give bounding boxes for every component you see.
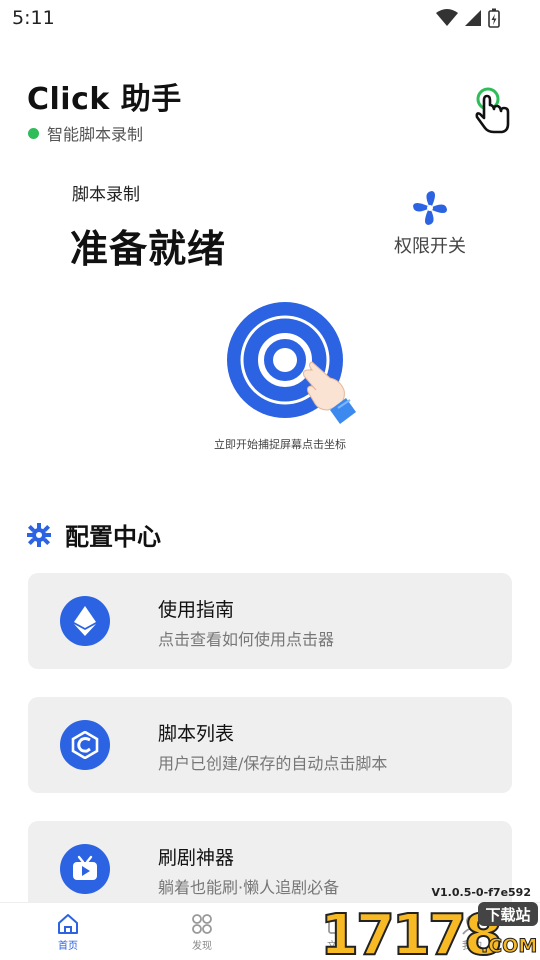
app-subtitle: 智能脚本录制 [47,125,144,144]
status-time: 5:11 [12,7,55,29]
subtitle-row: 智能脚本录制 [28,121,143,145]
permission-label: 权限开关 [394,236,466,257]
config-title: 配置中心 [65,523,161,551]
ethereum-icon [60,596,110,646]
card-script-list[interactable]: 脚本列表 用户已创建/保存的自动点击脚本 [28,697,512,793]
card-desc: 躺着也能刷·懒人追剧必备 [158,878,340,897]
card-desc: 点击查看如何使用点击器 [158,630,335,649]
card-title: 刷剧神器 [158,847,235,869]
config-header: 配置中心 [27,517,161,552]
svg-text:下载站: 下载站 [485,906,530,924]
home-icon [58,914,78,934]
status-dot [28,127,39,139]
recording-section-label: 脚本录制 [72,185,140,205]
svg-text:.COM: .COM [481,935,537,957]
card-user-guide[interactable]: 使用指南 点击查看如何使用点击器 [28,573,512,669]
nav-home[interactable]: 首页 [38,913,98,952]
signal-icon [465,10,481,26]
recording-status: 准备就绪 [70,227,227,271]
permission-toggle-button[interactable]: 权限开关 [388,188,472,260]
script-logo-icon [60,720,110,770]
start-record-button[interactable] [222,298,372,432]
card-title: 脚本列表 [158,723,235,745]
status-icons [436,8,500,28]
card-desc: 用户已创建/保存的自动点击脚本 [158,754,388,773]
pointer-hand-icon [475,87,510,134]
nav-label: 首页 [58,941,78,952]
nav-discover[interactable]: 发现 [172,913,232,952]
status-bar: 5:11 [0,0,540,36]
record-hint: 立即开始捕捉屏幕点击坐标 [214,438,346,451]
site-watermark-logo: 17178 下载站 .COM [319,902,538,960]
click-mode-button[interactable] [470,86,516,134]
card-title: 使用指南 [158,599,235,621]
battery-icon [488,8,500,28]
app-title: Click 助手 [27,82,182,117]
wifi-icon [436,9,458,26]
fan-icon [413,191,447,225]
discover-icon [192,914,212,934]
svg-text:17178: 17178 [320,903,500,960]
tv-play-icon [60,844,110,894]
gear-settings-icon [27,522,51,547]
record-target-icon [227,302,356,424]
nav-label: 发现 [192,941,212,952]
